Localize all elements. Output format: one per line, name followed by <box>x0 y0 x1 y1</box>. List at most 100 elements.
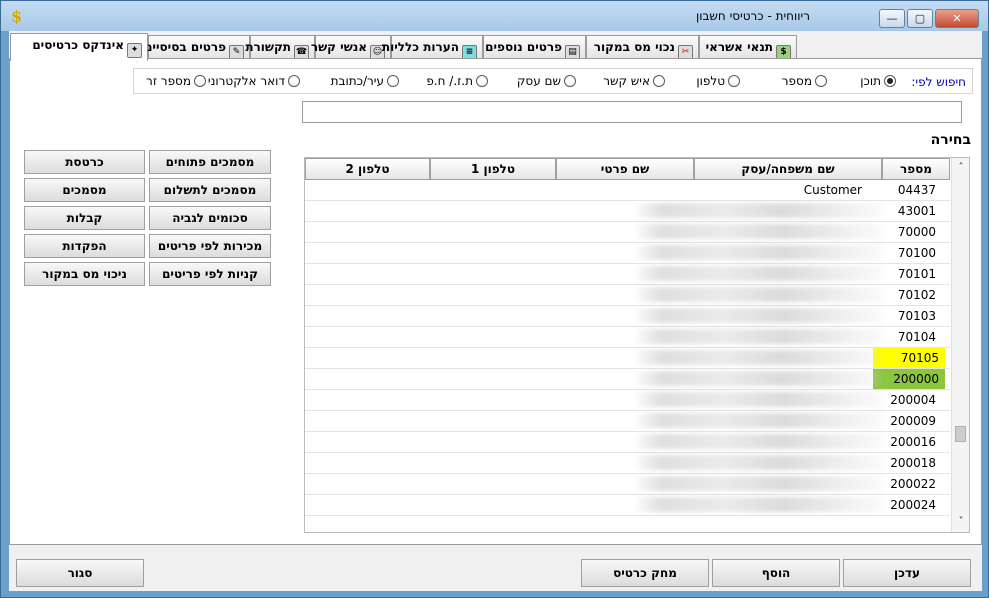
window-title: ריווחית - כרטיסי חשבון <box>695 9 810 23</box>
radio-label: ת.ז./ ח.פ <box>426 74 473 88</box>
open-documents-button[interactable]: מסמכים פתוחים <box>149 150 271 174</box>
redacted-content <box>637 476 882 491</box>
receipts-button[interactable]: קבלות <box>24 206 145 230</box>
index-cards-panel: חיפוש לפי: תוכן מספר טלפון איש קשר שם עס… <box>9 58 982 545</box>
radio-label: מספר זר <box>146 74 191 88</box>
radio-email[interactable]: דואר אלקטרוני <box>208 74 300 88</box>
scroll-down-arrow[interactable]: ˅ <box>955 516 967 528</box>
tax-withholding-button[interactable]: ניכוי מס במקור <box>24 262 145 286</box>
table-row[interactable]: 200004 <box>305 390 950 411</box>
cell-number: 70102 <box>897 288 936 302</box>
cards-grid[interactable]: טלפון 2 טלפון 1 שם פרטי שם משפחה/עסק מספ… <box>304 157 970 533</box>
table-row[interactable]: 04437 Customer <box>305 180 950 201</box>
cell-number: 200000 <box>873 369 945 389</box>
title-bar[interactable]: $ ריווחית - כרטיסי חשבון — ▢ ✕ <box>1 1 988 31</box>
table-row[interactable]: 200000 <box>305 369 950 390</box>
radio-city-address[interactable]: עיר/כתובת <box>331 74 399 88</box>
table-row[interactable]: 70101 <box>305 264 950 285</box>
documents-to-pay-button[interactable]: מסמכים לתשלום <box>149 178 271 202</box>
close-button[interactable]: סגור <box>16 559 144 587</box>
radio-phone[interactable]: טלפון <box>696 74 740 88</box>
tab-communication[interactable]: ☎תקשורת <box>245 35 315 60</box>
ledger-card-button[interactable]: כרטסת <box>24 150 145 174</box>
cell-number: 200018 <box>890 456 936 470</box>
close-window-button[interactable]: ✕ <box>935 9 979 28</box>
radio-label: שם עסק <box>516 74 561 88</box>
index-cards-icon: ✦ <box>127 43 142 58</box>
selection-title: בחירה <box>930 132 971 148</box>
radio-label: עיר/כתובת <box>330 74 384 88</box>
radio-dot <box>728 75 740 87</box>
redacted-content <box>637 266 882 281</box>
header-phone-1[interactable]: טלפון 1 <box>430 158 556 180</box>
tab-contacts[interactable]: ☺אנשי קשר <box>311 35 391 60</box>
search-by-label: חיפוש לפי: <box>911 75 966 89</box>
radio-dot <box>387 75 399 87</box>
radio-number[interactable]: מספר <box>782 74 827 88</box>
cell-number: 70103 <box>897 309 936 323</box>
documents-button[interactable]: מסמכים <box>24 178 145 202</box>
table-row[interactable]: 70102 <box>305 285 950 306</box>
tab-strip: ✦אינדקס כרטיסים ✎פרטים בסיסיים ☎תקשורת ☺… <box>9 33 982 61</box>
radio-content[interactable]: תוכן <box>860 74 896 88</box>
header-phone-2[interactable]: טלפון 2 <box>305 158 430 180</box>
header-number[interactable]: מספר <box>882 158 950 180</box>
table-row[interactable]: 200022 <box>305 474 950 495</box>
table-row[interactable]: 70104 <box>305 327 950 348</box>
cell-number: 200004 <box>890 393 936 407</box>
tab-general-notes[interactable]: ≡הערות כלליות <box>382 35 483 60</box>
cell-number: 70104 <box>897 330 936 344</box>
radio-id-number[interactable]: ת.ז./ ח.פ <box>426 74 488 88</box>
tab-more-details[interactable]: ▤פרטים נוספים <box>483 35 586 60</box>
tab-tax-deduction[interactable]: ✂נכוי מס במקור <box>586 35 699 60</box>
table-row[interactable]: 200018 <box>305 453 950 474</box>
radio-business-name[interactable]: שם עסק <box>517 74 576 88</box>
table-row[interactable]: 200024 <box>305 495 950 516</box>
redacted-content <box>637 245 882 260</box>
amounts-to-collect-button[interactable]: סכומים לגביה <box>149 206 271 230</box>
search-input[interactable] <box>302 101 962 123</box>
deposits-button[interactable]: הפקדות <box>24 234 145 258</box>
sales-by-items-button[interactable]: מכירות לפי פריטים <box>149 234 271 258</box>
scroll-up-arrow[interactable]: ˄ <box>955 162 967 174</box>
radio-label: דואר אלקטרוני <box>207 74 285 88</box>
table-row[interactable]: 70000 <box>305 222 950 243</box>
maximize-button[interactable]: ▢ <box>907 9 933 28</box>
radio-contact-person[interactable]: איש קשר <box>603 74 665 88</box>
tab-label: פרטים נוספים <box>485 40 562 54</box>
scroll-thumb[interactable] <box>955 426 966 442</box>
tab-label: פרטים בסיסיים <box>144 40 226 54</box>
tab-basic-details[interactable]: ✎פרטים בסיסיים <box>144 35 250 60</box>
table-row[interactable]: 43001 <box>305 201 950 222</box>
grid-header: טלפון 2 טלפון 1 שם פרטי שם משפחה/עסק מספ… <box>305 158 950 180</box>
dollar-app-icon: $ <box>11 7 23 26</box>
minimize-button[interactable]: — <box>879 9 905 28</box>
add-button[interactable]: הוסף <box>712 559 840 587</box>
tab-label: אנשי קשר <box>310 40 367 54</box>
header-last-name-business[interactable]: שם משפחה/עסק <box>694 158 882 180</box>
purchases-by-items-button[interactable]: קניות לפי פריטים <box>149 262 271 286</box>
client-area: ✦אינדקס כרטיסים ✎פרטים בסיסיים ☎תקשורת ☺… <box>9 31 982 591</box>
tab-index-cards[interactable]: ✦אינדקס כרטיסים <box>10 33 148 61</box>
table-row[interactable]: 70105 <box>305 348 950 369</box>
redacted-content <box>637 329 882 344</box>
radio-foreign-number[interactable]: מספר זר <box>146 74 206 88</box>
redacted-content <box>637 455 882 470</box>
cell-number: 70000 <box>897 225 936 239</box>
redacted-content <box>637 224 882 239</box>
radio-label: מספר <box>781 74 812 88</box>
grid-vertical-scrollbar[interactable]: ˄ ˅ <box>951 158 969 532</box>
delete-card-button[interactable]: מחק כרטיס <box>581 559 709 587</box>
tab-label: תקשורת <box>245 40 291 54</box>
tab-credit-terms[interactable]: $תנאי אשראי <box>699 35 797 60</box>
update-button[interactable]: עדכן <box>843 559 971 587</box>
redacted-content <box>637 497 882 512</box>
table-row[interactable]: 70100 <box>305 243 950 264</box>
table-row[interactable]: 200009 <box>305 411 950 432</box>
table-row[interactable]: 200016 <box>305 432 950 453</box>
table-row[interactable]: 70103 <box>305 306 950 327</box>
search-by-group: חיפוש לפי: תוכן מספר טלפון איש קשר שם עס… <box>133 68 973 94</box>
cell-number: 200022 <box>890 477 936 491</box>
cell-number: 70100 <box>897 246 936 260</box>
header-first-name[interactable]: שם פרטי <box>556 158 694 180</box>
